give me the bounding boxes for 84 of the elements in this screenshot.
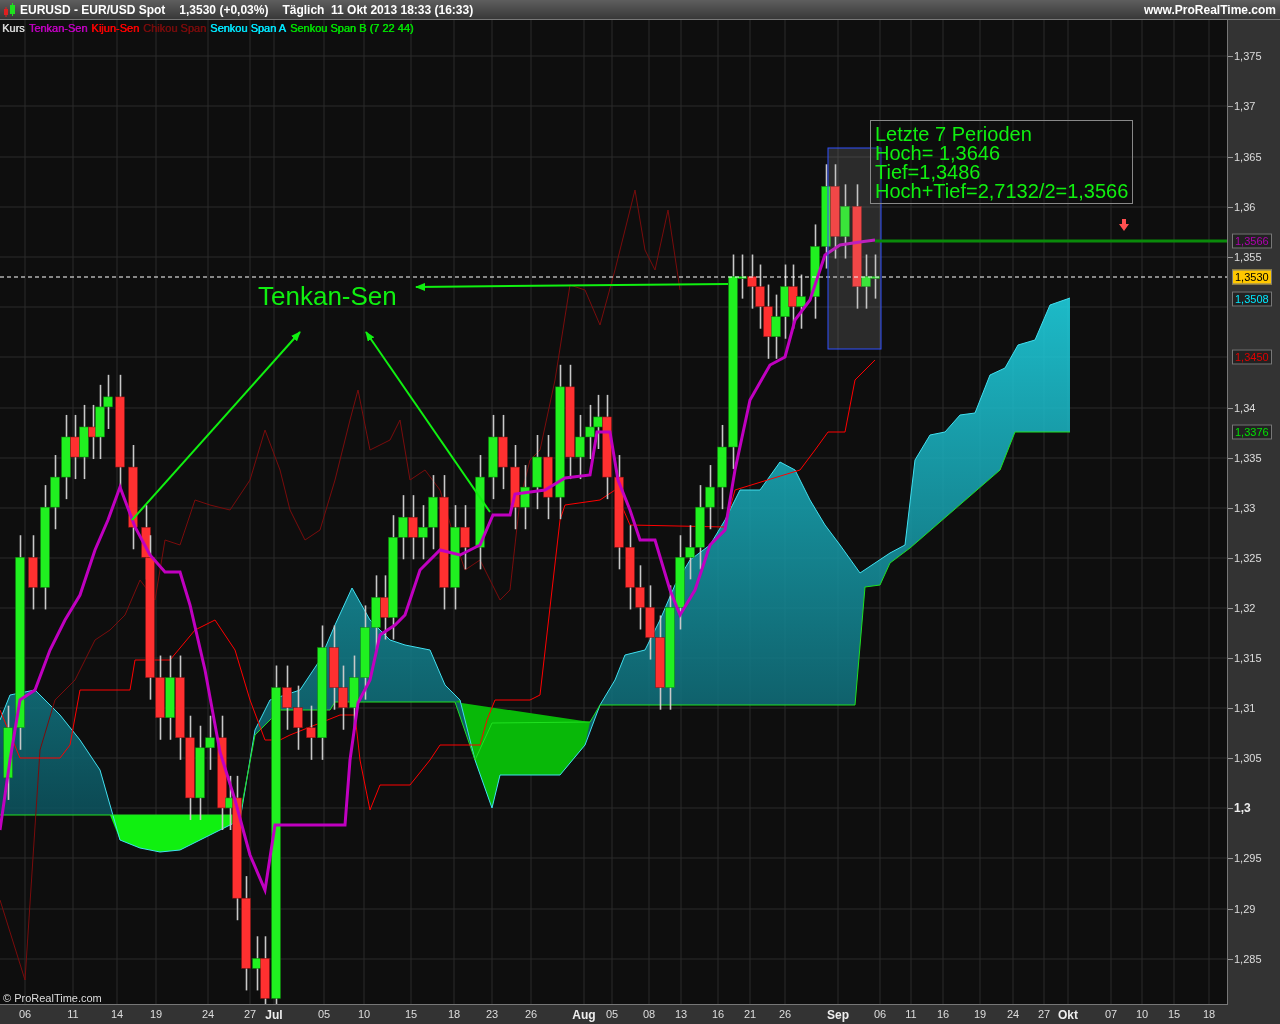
legend-item: Chikou Span	[143, 22, 207, 34]
y-axis-label: 1,355	[1234, 251, 1262, 263]
y-axis-label: 1,32	[1234, 602, 1256, 614]
candlestick	[408, 494, 418, 561]
y-axis-label: 1,365	[1234, 151, 1262, 163]
x-axis-label: 08	[642, 1008, 656, 1020]
candlestick	[418, 504, 428, 561]
candlestick	[70, 414, 80, 480]
x-axis-label: 21	[743, 1008, 757, 1020]
y-axis-label: 1,315	[1234, 652, 1262, 664]
x-axis-label: 11	[67, 1008, 79, 1020]
legend-item: Tenkan-Sen	[28, 22, 88, 34]
x-axis-label: 16	[711, 1008, 725, 1020]
x-axis-label: 26	[524, 1008, 538, 1020]
x-axis-label: Sep	[827, 1008, 849, 1022]
y-axis-label: 1,37	[1234, 100, 1256, 112]
y-axis-label: 1,29	[1234, 903, 1256, 915]
legend-item: Kijun-Sen	[91, 22, 140, 34]
x-axis-label: 27	[1037, 1008, 1051, 1020]
candlestick	[293, 684, 303, 751]
x-axis-label: 19	[149, 1008, 163, 1020]
price-quote: 1,3530 (+0,03%)	[179, 2, 269, 17]
candlestick	[747, 253, 757, 310]
x-axis-label: Okt	[1058, 1008, 1078, 1022]
x-axis-label: 24	[1006, 1008, 1020, 1020]
candlestick	[755, 263, 765, 330]
period-info: Täglich 11 Okt 2013 18:33 (16:33)	[282, 2, 474, 17]
y-axis-label: 1,325	[1234, 552, 1262, 564]
y-axis-label: 1,3	[1234, 801, 1251, 815]
price-tag: 1,3566	[1232, 233, 1272, 249]
candlestick	[520, 464, 530, 531]
price-tag: 1,3508	[1232, 291, 1272, 307]
candlestick-icon	[4, 2, 16, 17]
candlestick	[870, 253, 880, 300]
price-tag: 1,3530	[1232, 269, 1272, 285]
price-tag: 1,3450	[1232, 349, 1272, 365]
y-axis-label: 1,34	[1234, 402, 1256, 414]
x-axis-label: Jul	[265, 1008, 283, 1022]
y-axis-label: 1,335	[1234, 452, 1262, 464]
legend-item: Kurs	[2, 22, 25, 34]
x-axis-label: 05	[605, 1008, 619, 1020]
x-axis-label: 19	[973, 1008, 987, 1020]
down-arrow-icon	[1119, 219, 1129, 231]
x-axis-label: 14	[110, 1008, 124, 1020]
x-axis-label: 06	[18, 1008, 32, 1020]
x-axis-label: 11	[905, 1008, 917, 1020]
y-axis-label: 1,375	[1234, 50, 1262, 62]
x-axis-label: 15	[404, 1008, 418, 1020]
x-axis-label: 06	[873, 1008, 887, 1020]
x-axis-label: 24	[201, 1008, 215, 1020]
price-tag: 1,3376	[1232, 424, 1272, 440]
tenkan-sen-label: Tenkan-Sen	[258, 281, 397, 312]
x-axis-label: 23	[485, 1008, 499, 1020]
x-axis-label: 18	[1202, 1008, 1216, 1020]
candlestick	[635, 564, 645, 631]
x-axis-label: 05	[317, 1008, 331, 1020]
candlestick	[705, 464, 715, 531]
candlestick	[771, 293, 781, 360]
x-axis-label: 10	[357, 1008, 371, 1020]
y-axis-label: 1,33	[1234, 502, 1256, 514]
site-address: www.ProRealTime.com	[1143, 2, 1276, 17]
instrument-name: EURUSD - EUR/USD Spot	[20, 2, 166, 17]
x-axis-label: 26	[778, 1008, 792, 1020]
candlestick	[585, 404, 595, 460]
x-axis-label: Aug	[572, 1008, 596, 1022]
y-axis-label: 1,305	[1234, 752, 1262, 764]
legend-item: Senkou Span A	[210, 22, 286, 34]
x-axis-label: 13	[674, 1008, 688, 1020]
candlestick	[103, 374, 113, 430]
x-axis-label: 07	[1104, 1008, 1118, 1020]
candlestick	[338, 664, 348, 731]
x-axis-label: 18	[447, 1008, 461, 1020]
x-axis-label: 15	[1167, 1008, 1181, 1020]
x-axis-label: 16	[936, 1008, 950, 1020]
annotation-box: Letzte 7 Perioden Hoch= 1,3646 Tief=1,3486 Hoch+Tief=2,7132/2=1,3566	[870, 120, 1134, 204]
y-axis-label: 1,31	[1234, 702, 1256, 714]
y-axis-label: 1,295	[1234, 852, 1262, 864]
copyright-text: © ProRealTime.com	[3, 992, 102, 1004]
candlestick	[796, 273, 806, 330]
x-axis-label: 10	[1135, 1008, 1149, 1020]
y-axis-label: 1,285	[1234, 953, 1262, 965]
y-axis-label: 1,36	[1234, 201, 1256, 213]
x-axis-label: 27	[243, 1008, 257, 1020]
legend-item: Senkou Span B (7 22 44)	[289, 22, 414, 34]
